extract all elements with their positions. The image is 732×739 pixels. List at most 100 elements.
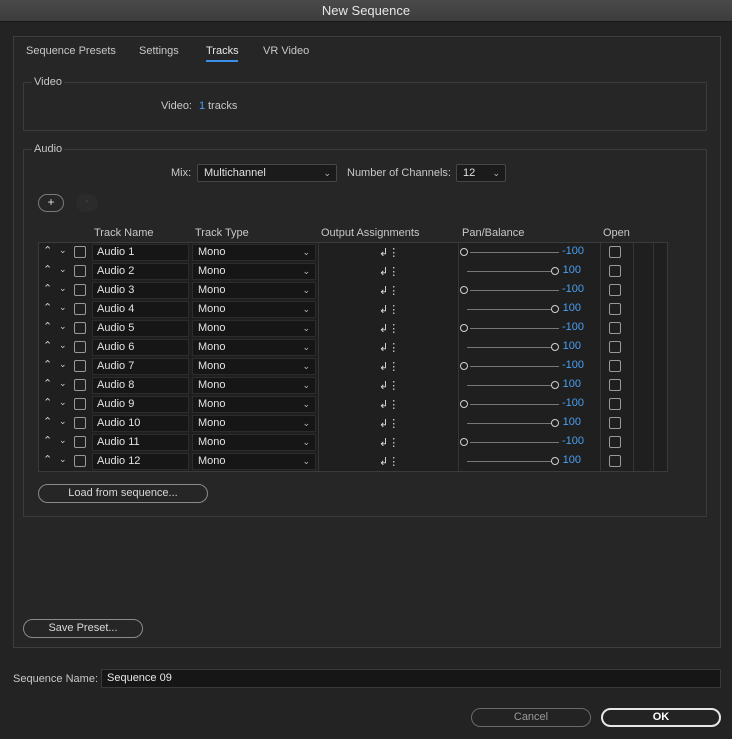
output-assignment-icon[interactable]: ↲⋮ [379,265,399,278]
move-down-icon[interactable]: ⌄ [59,359,67,370]
open-checkbox[interactable] [609,455,621,467]
remove-track-button[interactable]: - [76,194,98,212]
pan-slider-knob[interactable] [460,324,468,332]
open-checkbox[interactable] [609,246,621,258]
open-checkbox[interactable] [609,360,621,372]
track-select-checkbox[interactable] [74,379,86,391]
move-up-icon[interactable]: ⌃ [43,244,52,257]
open-checkbox[interactable] [609,303,621,315]
pan-value[interactable]: 100 [547,378,581,390]
track-select-checkbox[interactable] [74,341,86,353]
open-checkbox[interactable] [609,417,621,429]
open-checkbox[interactable] [609,322,621,334]
move-up-icon[interactable]: ⌃ [43,415,52,428]
pan-slider-track[interactable] [470,328,559,329]
track-name-field[interactable]: Audio 2 [92,263,189,280]
track-select-checkbox[interactable] [74,246,86,258]
output-assignment-icon[interactable]: ↲⋮ [379,303,399,316]
pan-slider-track[interactable] [467,461,556,462]
pan-value[interactable]: -100 [550,397,584,409]
move-down-icon[interactable]: ⌄ [59,245,67,256]
track-type-dropdown[interactable]: Mono ⌄ [192,282,316,299]
track-select-checkbox[interactable] [74,398,86,410]
track-select-checkbox[interactable] [74,303,86,315]
track-name-field[interactable]: Audio 11 [92,434,189,451]
move-up-icon[interactable]: ⌃ [43,453,52,466]
move-down-icon[interactable]: ⌄ [59,454,67,465]
pan-value[interactable]: 100 [547,302,581,314]
track-name-field[interactable]: Audio 7 [92,358,189,375]
output-assignment-icon[interactable]: ↲⋮ [379,341,399,354]
output-assignment-icon[interactable]: ↲⋮ [379,398,399,411]
add-track-button[interactable]: + [38,194,64,212]
open-checkbox[interactable] [609,436,621,448]
output-assignment-icon[interactable]: ↲⋮ [379,360,399,373]
tab-sequence-presets[interactable]: Sequence Presets [26,45,116,57]
track-type-dropdown[interactable]: Mono ⌄ [192,415,316,432]
open-checkbox[interactable] [609,379,621,391]
pan-slider-knob[interactable] [460,438,468,446]
track-select-checkbox[interactable] [74,417,86,429]
pan-value[interactable]: -100 [550,435,584,447]
load-from-sequence-button[interactable]: Load from sequence... [38,484,208,503]
move-up-icon[interactable]: ⌃ [43,358,52,371]
move-down-icon[interactable]: ⌄ [59,321,67,332]
pan-slider-track[interactable] [470,442,559,443]
pan-value[interactable]: 100 [547,340,581,352]
move-down-icon[interactable]: ⌄ [59,416,67,427]
pan-value[interactable]: -100 [550,283,584,295]
open-checkbox[interactable] [609,341,621,353]
pan-slider-track[interactable] [467,271,556,272]
move-up-icon[interactable]: ⌃ [43,263,52,276]
pan-slider-track[interactable] [470,290,559,291]
track-name-field[interactable]: Audio 1 [92,244,189,261]
tab-tracks[interactable]: Tracks [206,45,239,57]
move-up-icon[interactable]: ⌃ [43,339,52,352]
move-up-icon[interactable]: ⌃ [43,320,52,333]
track-type-dropdown[interactable]: Mono ⌄ [192,263,316,280]
sequence-name-field[interactable]: Sequence 09 [101,669,721,688]
track-select-checkbox[interactable] [74,455,86,467]
move-up-icon[interactable]: ⌃ [43,377,52,390]
tab-vr-video[interactable]: VR Video [263,45,309,57]
track-select-checkbox[interactable] [74,360,86,372]
track-name-field[interactable]: Audio 3 [92,282,189,299]
track-type-dropdown[interactable]: Mono ⌄ [192,320,316,337]
channels-dropdown[interactable]: 12 ⌄ [456,164,506,182]
output-assignment-icon[interactable]: ↲⋮ [379,246,399,259]
track-select-checkbox[interactable] [74,322,86,334]
track-type-dropdown[interactable]: Mono ⌄ [192,434,316,451]
pan-slider-track[interactable] [467,385,556,386]
track-type-dropdown[interactable]: Mono ⌄ [192,339,316,356]
pan-slider-track[interactable] [470,252,559,253]
track-type-dropdown[interactable]: Mono ⌄ [192,358,316,375]
track-type-dropdown[interactable]: Mono ⌄ [192,377,316,394]
pan-slider-knob[interactable] [460,248,468,256]
move-up-icon[interactable]: ⌃ [43,396,52,409]
tab-settings[interactable]: Settings [139,45,179,57]
cancel-button[interactable]: Cancel [471,708,591,727]
track-select-checkbox[interactable] [74,265,86,277]
track-name-field[interactable]: Audio 9 [92,396,189,413]
pan-slider-track[interactable] [470,404,559,405]
output-assignment-icon[interactable]: ↲⋮ [379,379,399,392]
track-select-checkbox[interactable] [74,436,86,448]
pan-slider-knob[interactable] [460,400,468,408]
move-down-icon[interactable]: ⌄ [59,264,67,275]
move-down-icon[interactable]: ⌄ [59,435,67,446]
pan-slider-track[interactable] [467,347,556,348]
output-assignment-icon[interactable]: ↲⋮ [379,455,399,468]
pan-slider-knob[interactable] [460,286,468,294]
track-select-checkbox[interactable] [74,284,86,296]
pan-value[interactable]: -100 [550,245,584,257]
output-assignment-icon[interactable]: ↲⋮ [379,436,399,449]
pan-value[interactable]: -100 [550,321,584,333]
move-up-icon[interactable]: ⌃ [43,434,52,447]
output-assignment-icon[interactable]: ↲⋮ [379,322,399,335]
open-checkbox[interactable] [609,284,621,296]
move-down-icon[interactable]: ⌄ [59,283,67,294]
pan-slider-track[interactable] [467,309,556,310]
track-type-dropdown[interactable]: Mono ⌄ [192,453,316,470]
video-tracks-count[interactable]: 1 [199,100,205,112]
pan-slider-knob[interactable] [460,362,468,370]
